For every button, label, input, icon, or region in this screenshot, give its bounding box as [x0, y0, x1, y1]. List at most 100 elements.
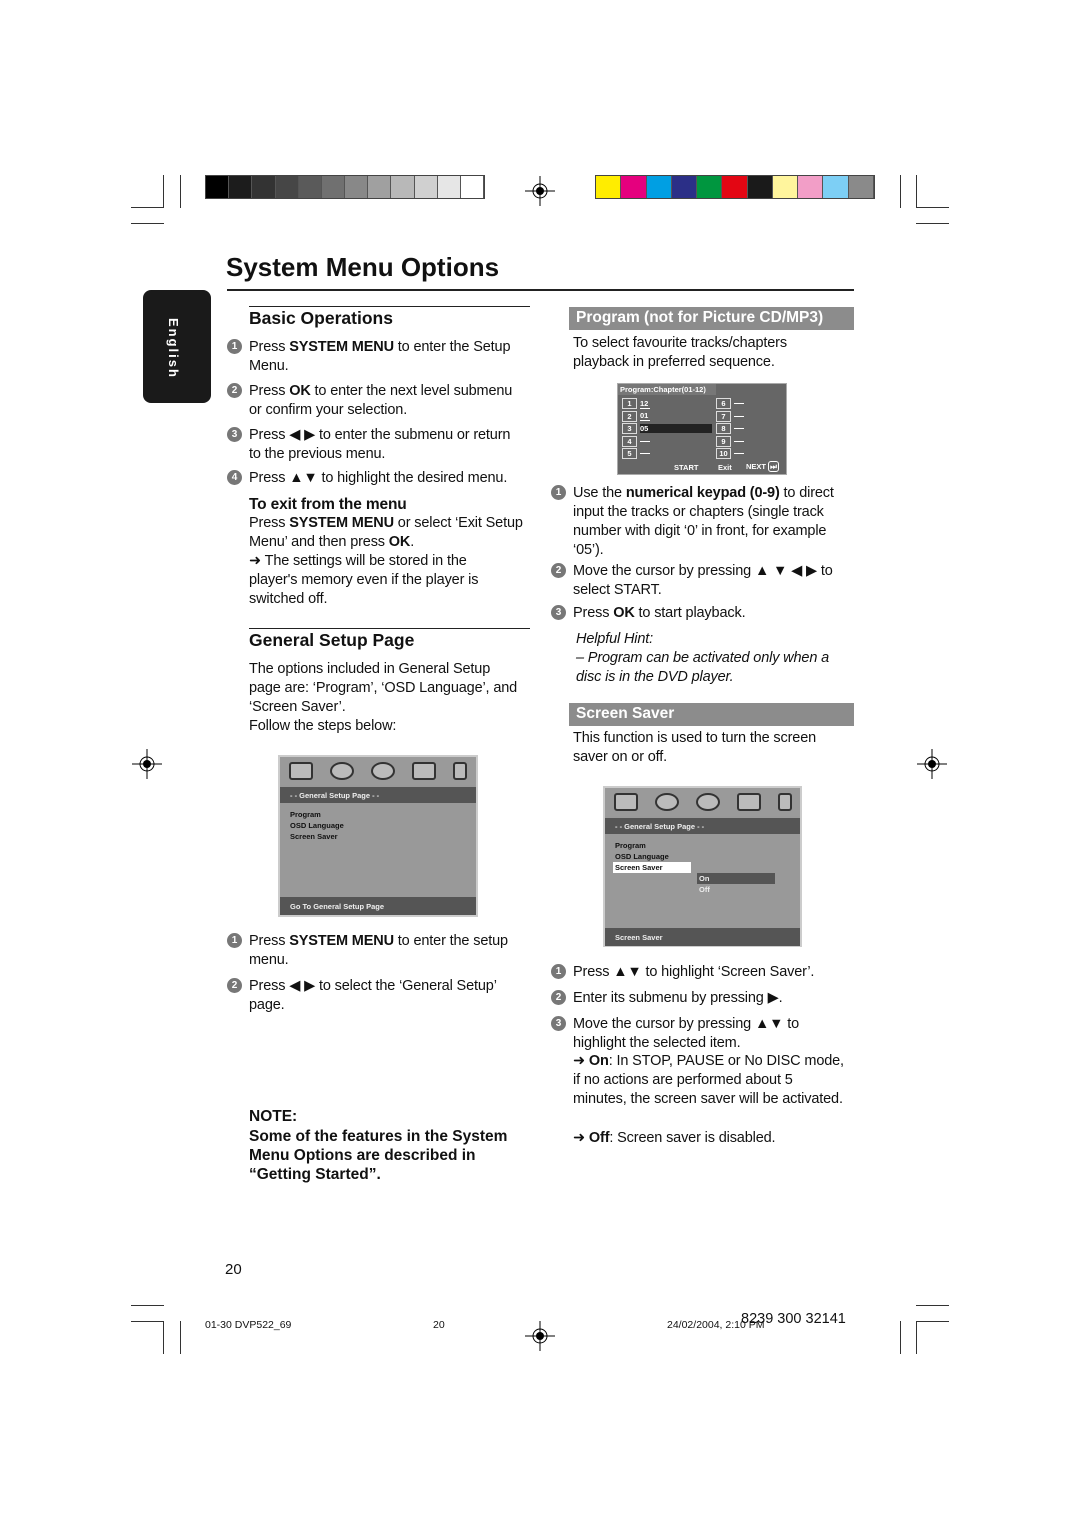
color-patch — [321, 176, 346, 198]
step-text: Press SYSTEM MENU to enter the setup men… — [249, 932, 524, 970]
bold-text: Off — [588, 1130, 610, 1146]
program-slot[interactable]: 5 — [622, 448, 650, 459]
step-number-badge: 3 — [227, 427, 242, 442]
color-patch — [252, 176, 276, 198]
registration-mark-icon — [525, 1321, 555, 1351]
color-patch — [229, 176, 253, 198]
program-slot[interactable]: 4 — [622, 435, 650, 447]
general-setup-text: The options included in General Setup pa… — [249, 661, 518, 715]
screen-saver-screen: - - General Setup Page - - Program OSD L… — [603, 786, 802, 947]
hint-title: Helpful Hint: — [576, 631, 654, 647]
text: . — [410, 534, 415, 550]
program-slot[interactable]: 8 — [716, 423, 744, 434]
program-slot[interactable]: 9 — [716, 435, 744, 447]
program-slot[interactable]: 10 — [716, 448, 744, 459]
screen-saver-off-text: ➜ Off: Screen saver is disabled. — [573, 1129, 848, 1148]
screen-footer: Go To General Setup Page — [280, 897, 476, 915]
footer-code: 8239 300 32141 — [741, 1311, 846, 1327]
screen-header: - - General Setup Page - - — [605, 818, 800, 834]
slot-number: 10 — [716, 448, 731, 459]
color-patch — [206, 176, 230, 198]
color-patch — [848, 176, 874, 198]
bold-text: SYSTEM MENU — [289, 933, 394, 949]
color-patch — [671, 176, 698, 198]
color-patch — [345, 176, 369, 198]
language-tab-label: English — [166, 318, 181, 379]
slot-value: 05 — [640, 424, 712, 433]
registration-mark-icon — [525, 176, 555, 206]
exit-icon — [453, 762, 468, 780]
color-patch — [798, 176, 824, 198]
color-patch — [437, 176, 461, 198]
slot-value — [640, 440, 650, 442]
menu-item-osd-language: OSD Language — [290, 821, 344, 830]
note-text: Some of the features in the System Menu … — [249, 1128, 508, 1183]
text: Press — [249, 383, 290, 399]
program-exit: Exit — [718, 463, 732, 472]
color-patch — [391, 176, 415, 198]
hint-text: – Program can be activated only when a d… — [576, 650, 830, 685]
slot-number: 2 — [622, 410, 637, 422]
exit-menu-heading: To exit from the menu — [249, 496, 407, 513]
color-patch — [368, 176, 392, 198]
footer-file: 01-30 DVP522_69 — [205, 1319, 292, 1331]
preference-icon — [736, 793, 761, 811]
text: Press ◀ ▶ to select the ‘General Setup’ … — [249, 978, 497, 1013]
slot-number: 7 — [716, 410, 731, 422]
text: Press — [249, 933, 290, 949]
program-slot[interactable]: 6 — [716, 398, 744, 409]
program-next: NEXT ⏭ — [746, 461, 779, 472]
text: : Screen saver is disabled. — [609, 1130, 776, 1146]
program-screen-title: Program:Chapter(01-12) — [618, 384, 716, 395]
step-text: Press ◀ ▶ to select the ‘General Setup’ … — [249, 977, 524, 1015]
step-text: Enter its submenu by pressing ▶. — [573, 989, 851, 1008]
slot-number: 9 — [716, 435, 731, 447]
step-number-badge: 3 — [551, 1016, 566, 1031]
screen-saver-on-text: ➜ On: In STOP, PAUSE or No DISC mode, if… — [573, 1052, 848, 1109]
text: Press ◀ ▶ to enter the submenu or return… — [249, 427, 511, 462]
color-patch — [621, 176, 647, 198]
screen-saver-text: This function is used to turn the screen… — [573, 730, 817, 765]
page-title: System Menu Options — [226, 252, 500, 282]
color-patch — [823, 176, 849, 198]
program-text: To select favourite tracks/chapters play… — [573, 335, 787, 370]
grayscale-color-bar — [205, 175, 485, 199]
text: Press ▲▼ to highlight ‘Screen Saver’. — [573, 964, 815, 980]
program-slot[interactable]: 7 — [716, 410, 744, 422]
slot-value — [734, 428, 744, 429]
text: : In STOP, PAUSE or No DISC mode, if no … — [573, 1053, 844, 1107]
screen-header: - - General Setup Page - - — [280, 787, 476, 803]
audio-setup-icon — [329, 762, 354, 780]
step-number-badge: 2 — [227, 978, 242, 993]
program-slot[interactable]: 2 01 — [622, 410, 650, 422]
slot-value — [734, 453, 744, 454]
step-text: Press OK to start playback. — [573, 604, 851, 623]
color-patch — [772, 176, 799, 198]
step-text: Move the cursor by pressing ▲ ▼ ◀ ▶ to s… — [573, 562, 851, 600]
general-setup-follow: Follow the steps below: — [249, 718, 397, 734]
step-text: Press SYSTEM MENU to enter the Setup Men… — [249, 338, 524, 376]
menu-item-osd-language: OSD Language — [615, 852, 669, 861]
bold-text: OK — [289, 383, 311, 399]
program-slot[interactable]: 1 12 — [622, 398, 650, 409]
color-patch — [460, 176, 485, 198]
text: ➜ — [573, 1053, 589, 1069]
general-setup-icon — [613, 793, 638, 811]
step-text: Use the numerical keypad (0-9) to direct… — [573, 484, 851, 560]
program-slot[interactable]: 3 05 — [622, 423, 712, 434]
bold-text: OK — [388, 534, 411, 550]
color-patch — [722, 176, 748, 198]
slot-value — [640, 453, 650, 454]
audio-setup-icon — [654, 793, 679, 811]
step-number-badge: 2 — [551, 563, 566, 578]
color-calibration-bar — [595, 175, 875, 199]
step-number-badge: 2 — [227, 383, 242, 398]
text: Enter its submenu by pressing ▶. — [573, 990, 783, 1006]
step-number-badge: 1 — [551, 964, 566, 979]
slot-value: 01 — [640, 411, 650, 421]
bold-text: OK — [613, 605, 635, 621]
footer-page: 20 — [433, 1319, 445, 1331]
bold-text: SYSTEM MENU — [289, 339, 394, 355]
setup-icon-row — [280, 757, 476, 785]
slot-number: 8 — [716, 423, 731, 434]
